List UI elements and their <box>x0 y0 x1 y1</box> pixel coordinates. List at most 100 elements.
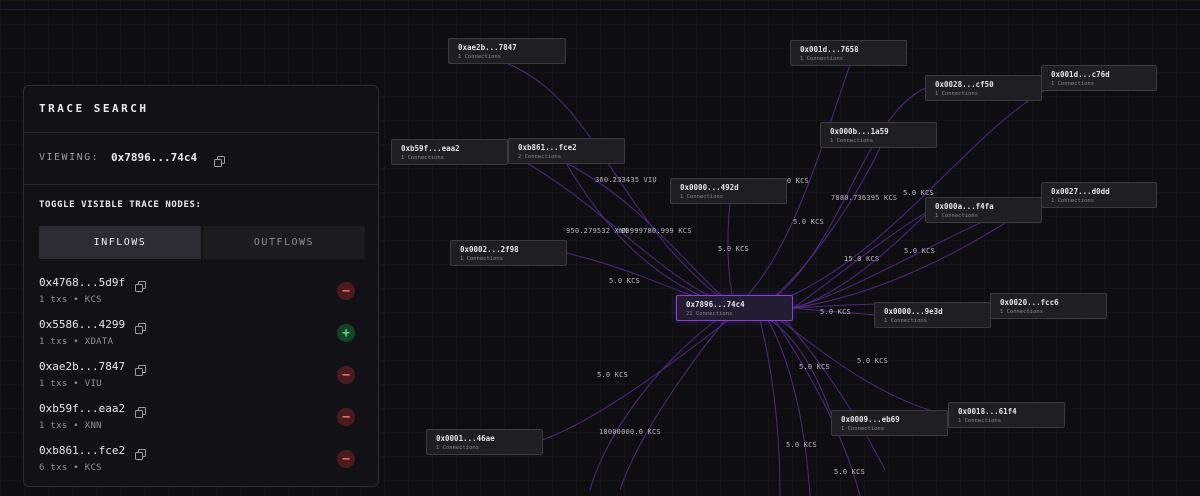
graph-node[interactable]: 0x000a...f4fa 1 Connections <box>925 197 1042 223</box>
node-address: 0x0000...492d <box>680 183 739 192</box>
row-address: 0x5586...4299 <box>39 318 126 331</box>
node-connections: 1 Connections <box>935 91 979 97</box>
node-address: 0xae2b...7847 <box>458 43 517 52</box>
node-connections: 1 Connections <box>460 256 504 262</box>
node-connections: 1 Connections <box>436 445 480 451</box>
node-connections: 1 Connections <box>800 56 844 62</box>
copy-icon[interactable] <box>135 361 146 376</box>
edge-label: 5.0 KCS <box>609 277 640 285</box>
copy-icon[interactable] <box>135 277 146 292</box>
node-address: 0x0009...eb69 <box>841 415 900 424</box>
node-address: 0x0027...d0dd <box>1051 187 1110 196</box>
node-address: 0x0028...cf50 <box>935 80 994 89</box>
remove-button[interactable]: − <box>337 366 355 384</box>
row-meta: 1 txs • XNN <box>39 421 102 431</box>
edge-000b <box>759 147 881 309</box>
graph-node[interactable]: 0x0018...61f4 1 Connections <box>948 402 1065 428</box>
copy-icon[interactable] <box>135 445 146 460</box>
row-meta: 6 txs • KCS <box>39 463 102 473</box>
plus-icon: + <box>342 325 350 341</box>
edge-label: 10000000.0 KCS <box>599 428 661 436</box>
node-connections: 1 Connections <box>458 54 502 60</box>
row-meta: 1 txs • VIU <box>39 379 102 389</box>
row-address: 0xae2b...7847 <box>39 360 126 373</box>
graph-node[interactable]: 0x0009...eb69 1 Connections <box>831 410 948 436</box>
graph-node[interactable]: 0xae2b...7847 1 Connections <box>448 38 566 64</box>
copy-icon[interactable] <box>214 152 225 167</box>
copy-icon[interactable] <box>135 319 146 334</box>
edge-label: 5.0 KCS <box>820 308 851 316</box>
graph-node[interactable]: 0x001d...7658 1 Connections <box>790 40 907 66</box>
panel-title: TRACE SEARCH <box>39 102 149 115</box>
graph-node[interactable]: 0x000b...1a59 1 Connections <box>820 122 937 148</box>
node-address: 0x0001...46ae <box>436 434 495 443</box>
node-address: 0x000a...f4fa <box>935 202 994 211</box>
edge-label: 5.0 KCS <box>597 371 628 379</box>
edge-label: 5.0 KCS <box>718 245 749 253</box>
node-address: 0xb861...fce2 <box>518 143 577 152</box>
edge-label: 99999780.999 KCS <box>621 227 692 235</box>
minus-icon: − <box>342 367 350 383</box>
node-address: 0x0002...2f98 <box>460 245 519 254</box>
graph-node[interactable]: 0x0020...fcc6 1 Connections <box>990 293 1107 319</box>
add-button[interactable]: + <box>337 324 355 342</box>
node-connections: 1 Connections <box>935 213 979 219</box>
list-item: 0xae2b...7847 1 txs • VIU − <box>39 360 365 398</box>
graph-node[interactable]: 0xb59f...eaa2 1 Connections <box>391 139 508 165</box>
node-connections: 21 Connections <box>686 311 733 317</box>
tab-inflows[interactable]: INFLOWS <box>39 226 201 259</box>
remove-button[interactable]: − <box>337 450 355 468</box>
minus-icon: − <box>342 451 350 467</box>
graph-node[interactable]: 0x0028...cf50 1 Connections <box>925 75 1042 101</box>
node-address: 0x000b...1a59 <box>830 127 889 136</box>
remove-button[interactable]: − <box>337 282 355 300</box>
node-address: 0x001d...c76d <box>1051 70 1110 79</box>
graph-node[interactable]: 0xb861...fce2 2 Connections <box>508 138 625 164</box>
node-connections: 1 Connections <box>958 418 1002 424</box>
edge-label: 7880.736395 KCS <box>831 194 898 202</box>
edge-label: 5.0 KCS <box>857 357 888 365</box>
row-address: 0xb59f...eaa2 <box>39 402 126 415</box>
viewing-label: VIEWING: <box>39 152 100 163</box>
node-connections: 1 Connections <box>830 138 874 144</box>
toggle-title: TOGGLE VISIBLE TRACE NODES: <box>39 200 202 210</box>
list-item: 0x4768...5d9f 1 txs • KCS − <box>39 276 365 314</box>
divider <box>24 132 378 133</box>
list-item: 0xb59f...eaa2 1 txs • XNN − <box>39 402 365 440</box>
edge-label: 5.0 KCS <box>793 218 824 226</box>
node-connections: 1 Connections <box>1000 309 1044 315</box>
row-meta: 1 txs • KCS <box>39 295 102 305</box>
node-connections: 1 Connections <box>841 426 885 432</box>
edge-label: 5.0 KCS <box>904 247 935 255</box>
graph-node[interactable]: 0x001d...c76d 1 Connections <box>1041 65 1157 91</box>
edge-label: 5.0 KCS <box>834 468 865 476</box>
graph-node[interactable]: 0x0000...9e3d 1 Connections <box>874 302 991 328</box>
graph-node-center[interactable]: 0x7896...74c4 21 Connections <box>676 295 793 321</box>
node-address: 0x7896...74c4 <box>686 300 745 309</box>
trace-search-panel: TRACE SEARCH VIEWING: 0x7896...74c4 TOGG… <box>23 85 379 487</box>
edge-label: 15.0 KCS <box>844 255 880 263</box>
viewing-address: 0x7896...74c4 <box>111 151 198 164</box>
node-connections: 1 Connections <box>1051 198 1095 204</box>
edge-down-1 <box>759 319 781 496</box>
edge-label: 5.0 KCS <box>903 189 934 197</box>
edge-0009 <box>769 319 836 426</box>
node-address: 0xb59f...eaa2 <box>401 144 460 153</box>
edge-down-3 <box>767 319 811 496</box>
node-connections: 1 Connections <box>884 318 928 324</box>
tab-outflows[interactable]: OUTFLOWS <box>203 226 365 259</box>
edge-bottom-left2 <box>619 307 736 491</box>
graph-node[interactable]: 0x0000...492d 1 Connections <box>670 178 787 204</box>
node-connections: 1 Connections <box>401 155 445 161</box>
remove-button[interactable]: − <box>337 408 355 426</box>
graph-node[interactable]: 0x0001...46ae 1 Connections <box>426 429 543 455</box>
row-address: 0x4768...5d9f <box>39 276 126 289</box>
node-connections: 1 Connections <box>680 194 724 200</box>
graph-node[interactable]: 0x0027...d0dd 1 Connections <box>1041 182 1157 208</box>
row-meta: 1 txs • XDATA <box>39 337 114 347</box>
graph-node[interactable]: 0x0002...2f98 1 Connections <box>450 240 567 266</box>
copy-icon[interactable] <box>135 403 146 418</box>
minus-icon: − <box>342 283 350 299</box>
node-address: 0x001d...7658 <box>800 45 859 54</box>
edge-label: 5.0 KCS <box>799 363 830 371</box>
